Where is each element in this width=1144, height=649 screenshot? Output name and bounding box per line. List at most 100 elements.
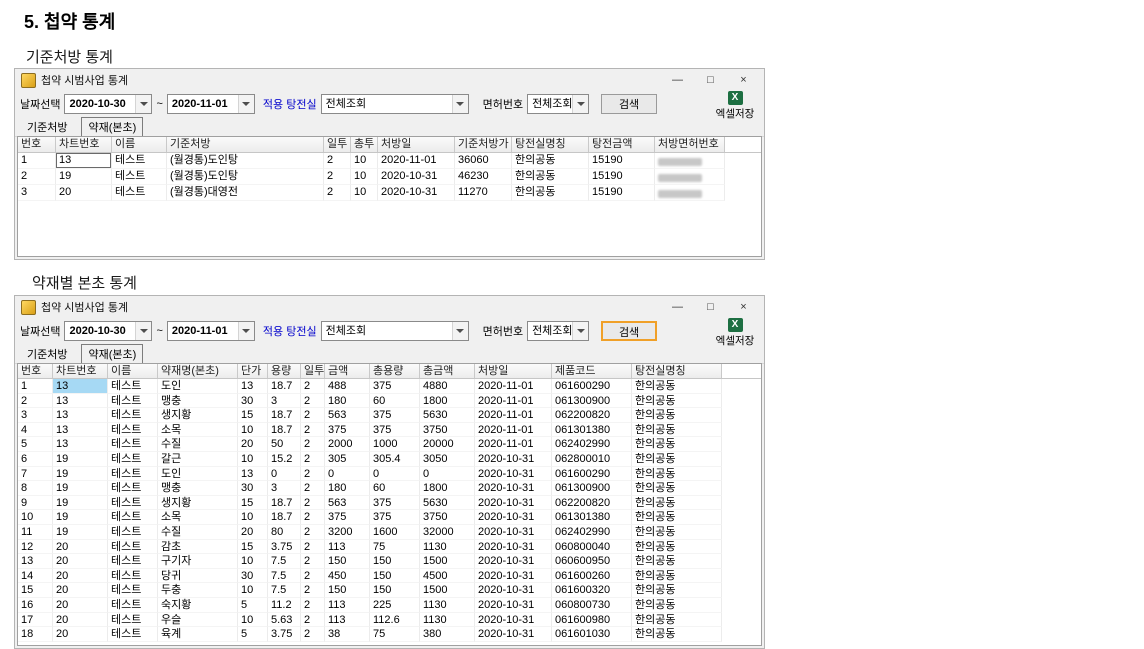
tab-base-prescription[interactable]: 기준처방 xyxy=(23,345,71,363)
column-header[interactable]: 탕전실명칭 xyxy=(632,364,722,378)
pharmacy-select[interactable]: 전체조회 xyxy=(321,94,469,114)
column-header[interactable]: 금액 xyxy=(325,364,370,378)
column-header[interactable]: 기준처방가 xyxy=(455,137,512,152)
grid-cell: 7.5 xyxy=(268,583,301,598)
column-header[interactable]: 탕전금액 xyxy=(589,137,655,152)
chevron-down-icon xyxy=(135,322,151,340)
grid-cell: 061600980 xyxy=(552,613,632,628)
tab-bar: 기준처방 약재(본초) xyxy=(15,117,764,137)
maximize-button[interactable]: □ xyxy=(694,296,727,318)
column-header[interactable]: 차트번호 xyxy=(56,137,112,152)
grid-cell: 15190 xyxy=(589,153,655,169)
table-row[interactable]: 1520테스트두충107.5215015015002020-10-3106160… xyxy=(18,583,761,598)
table-row[interactable]: 1019테스트소목1018.7237537537502020-10-310613… xyxy=(18,510,761,525)
column-header[interactable]: 총투 xyxy=(351,137,378,152)
search-button[interactable]: 검색 xyxy=(601,321,657,341)
excel-save-button[interactable]: X 엑셀저장 xyxy=(711,318,759,348)
minimize-button[interactable]: — xyxy=(661,69,694,91)
column-header[interactable]: 처방일 xyxy=(378,137,455,152)
close-button[interactable]: × xyxy=(727,69,760,91)
grid-cell: 20 xyxy=(53,583,108,598)
grid-cell: 테스트 xyxy=(108,452,158,467)
license-select[interactable]: 전체조회 xyxy=(527,321,589,341)
grid-cell: 375 xyxy=(370,408,420,423)
column-header[interactable]: 처방일 xyxy=(475,364,552,378)
grid-cell: 테스트 xyxy=(112,153,167,169)
tab-base-prescription[interactable]: 기준처방 xyxy=(23,118,71,136)
table-row[interactable]: 413테스트소목1018.7237537537502020-11-0106130… xyxy=(18,423,761,438)
table-row[interactable]: 1119테스트수질2080232001600320002020-10-31062… xyxy=(18,525,761,540)
table-row[interactable]: 313테스트생지황1518.7256337556302020-11-010622… xyxy=(18,408,761,423)
table-row[interactable]: 919테스트생지황1518.7256337556302020-10-310622… xyxy=(18,496,761,511)
grid-cell: 13 xyxy=(18,554,53,569)
column-header[interactable]: 탕전실명칭 xyxy=(512,137,589,152)
column-header[interactable]: 총금액 xyxy=(420,364,475,378)
grid-cell: 11.2 xyxy=(268,598,301,613)
grid-cell: 2 xyxy=(301,423,325,438)
table-row[interactable]: 1220테스트감초153.7521137511302020-10-3106080… xyxy=(18,540,761,555)
license-label: 면허번호 xyxy=(483,323,523,339)
tab-herb[interactable]: 약재(본초) xyxy=(81,344,143,364)
table-row[interactable]: 513테스트수질2050220001000200002020-11-010624… xyxy=(18,437,761,452)
table-row[interactable]: 1720테스트우슬105.632113112.611302020-10-3106… xyxy=(18,613,761,628)
grid-cell: 2020-10-31 xyxy=(475,569,552,584)
tab-herb[interactable]: 약재(본초) xyxy=(81,117,143,137)
column-header[interactable]: 이름 xyxy=(108,364,158,378)
grid-cell: 소목 xyxy=(158,510,238,525)
table-row[interactable]: 213테스트맹충30321806018002020-11-01061300900… xyxy=(18,394,761,409)
column-header[interactable]: 처방면허번호 xyxy=(655,137,725,152)
pharmacy-select[interactable]: 전체조회 xyxy=(321,321,469,341)
table-row[interactable]: 1620테스트숙지황511.2211322511302020-10-310608… xyxy=(18,598,761,613)
column-header[interactable]: 기준처방 xyxy=(167,137,324,152)
column-header[interactable]: 단가 xyxy=(238,364,268,378)
maximize-button[interactable]: □ xyxy=(694,69,727,91)
grid-cell: 061600290 xyxy=(552,467,632,482)
close-button[interactable]: × xyxy=(727,296,760,318)
base-prescription-grid: 번호차트번호이름기준처방일투총투처방일기준처방가탕전실명칭탕전금액처방면허번호1… xyxy=(17,136,762,257)
grid-cell: 7.5 xyxy=(268,554,301,569)
grid-cell: 2 xyxy=(301,408,325,423)
column-header[interactable]: 차트번호 xyxy=(53,364,108,378)
column-header[interactable]: 일투 xyxy=(324,137,351,152)
grid-cell: 4880 xyxy=(420,379,475,394)
grid-cell: 0 xyxy=(420,467,475,482)
grid-cell: 20000 xyxy=(420,437,475,452)
column-header[interactable]: 용량 xyxy=(268,364,301,378)
license-select-value: 전체조회 xyxy=(528,322,572,340)
column-header[interactable]: 약재명(본초) xyxy=(158,364,238,378)
search-button[interactable]: 검색 xyxy=(601,94,657,114)
date-from-select[interactable]: 2020-10-30 xyxy=(64,94,152,114)
title-bar[interactable]: 첩약 시범사업 통계 — □ × xyxy=(15,69,764,91)
grid-cell: 5.63 xyxy=(268,613,301,628)
minimize-button[interactable]: — xyxy=(661,296,694,318)
table-row[interactable]: 1820테스트육계53.75238753802020-10-3106160103… xyxy=(18,627,761,642)
title-bar[interactable]: 첩약 시범사업 통계 — □ × xyxy=(15,296,764,318)
column-header[interactable]: 제품코드 xyxy=(552,364,632,378)
date-from-select[interactable]: 2020-10-30 xyxy=(64,321,152,341)
excel-save-button[interactable]: X 엑셀저장 xyxy=(711,91,759,121)
column-header[interactable]: 총용량 xyxy=(370,364,420,378)
grid-cell: 18.7 xyxy=(268,423,301,438)
table-row[interactable]: 113테스트(월경통)도인탕2102020-11-0136060한의공동1519… xyxy=(18,153,761,169)
table-row[interactable]: 719테스트도인13020002020-10-31061600290한의공동 xyxy=(18,467,761,482)
table-row[interactable]: 819테스트맹충30321806018002020-10-31061300900… xyxy=(18,481,761,496)
table-row[interactable]: 113테스트도인1318.7248837548802020-11-0106160… xyxy=(18,379,761,394)
pharmacy-select-value: 전체조회 xyxy=(322,95,452,113)
grid-cell: 112.6 xyxy=(370,613,420,628)
date-to-select[interactable]: 2020-11-01 xyxy=(167,321,255,341)
column-header[interactable]: 번호 xyxy=(18,364,53,378)
table-row[interactable]: 219테스트(월경통)도인탕2102020-10-3146230한의공동1519… xyxy=(18,169,761,185)
column-header[interactable]: 번호 xyxy=(18,137,56,152)
grid-cell: 150 xyxy=(370,583,420,598)
grid-cell: 305 xyxy=(325,452,370,467)
grid-cell: 한의공동 xyxy=(632,496,722,511)
table-row[interactable]: 1320테스트구기자107.5215015015002020-10-310606… xyxy=(18,554,761,569)
column-header[interactable]: 이름 xyxy=(112,137,167,152)
grid-cell: 062800010 xyxy=(552,452,632,467)
table-row[interactable]: 1420테스트당귀307.5245015045002020-10-3106160… xyxy=(18,569,761,584)
date-to-select[interactable]: 2020-11-01 xyxy=(167,94,255,114)
license-select[interactable]: 전체조회 xyxy=(527,94,589,114)
table-row[interactable]: 619테스트갈근1015.22305305.430502020-10-31062… xyxy=(18,452,761,467)
column-header[interactable]: 일투 xyxy=(301,364,325,378)
table-row[interactable]: 320테스트(월경통)대영전2102020-10-3111270한의공동1519… xyxy=(18,185,761,201)
